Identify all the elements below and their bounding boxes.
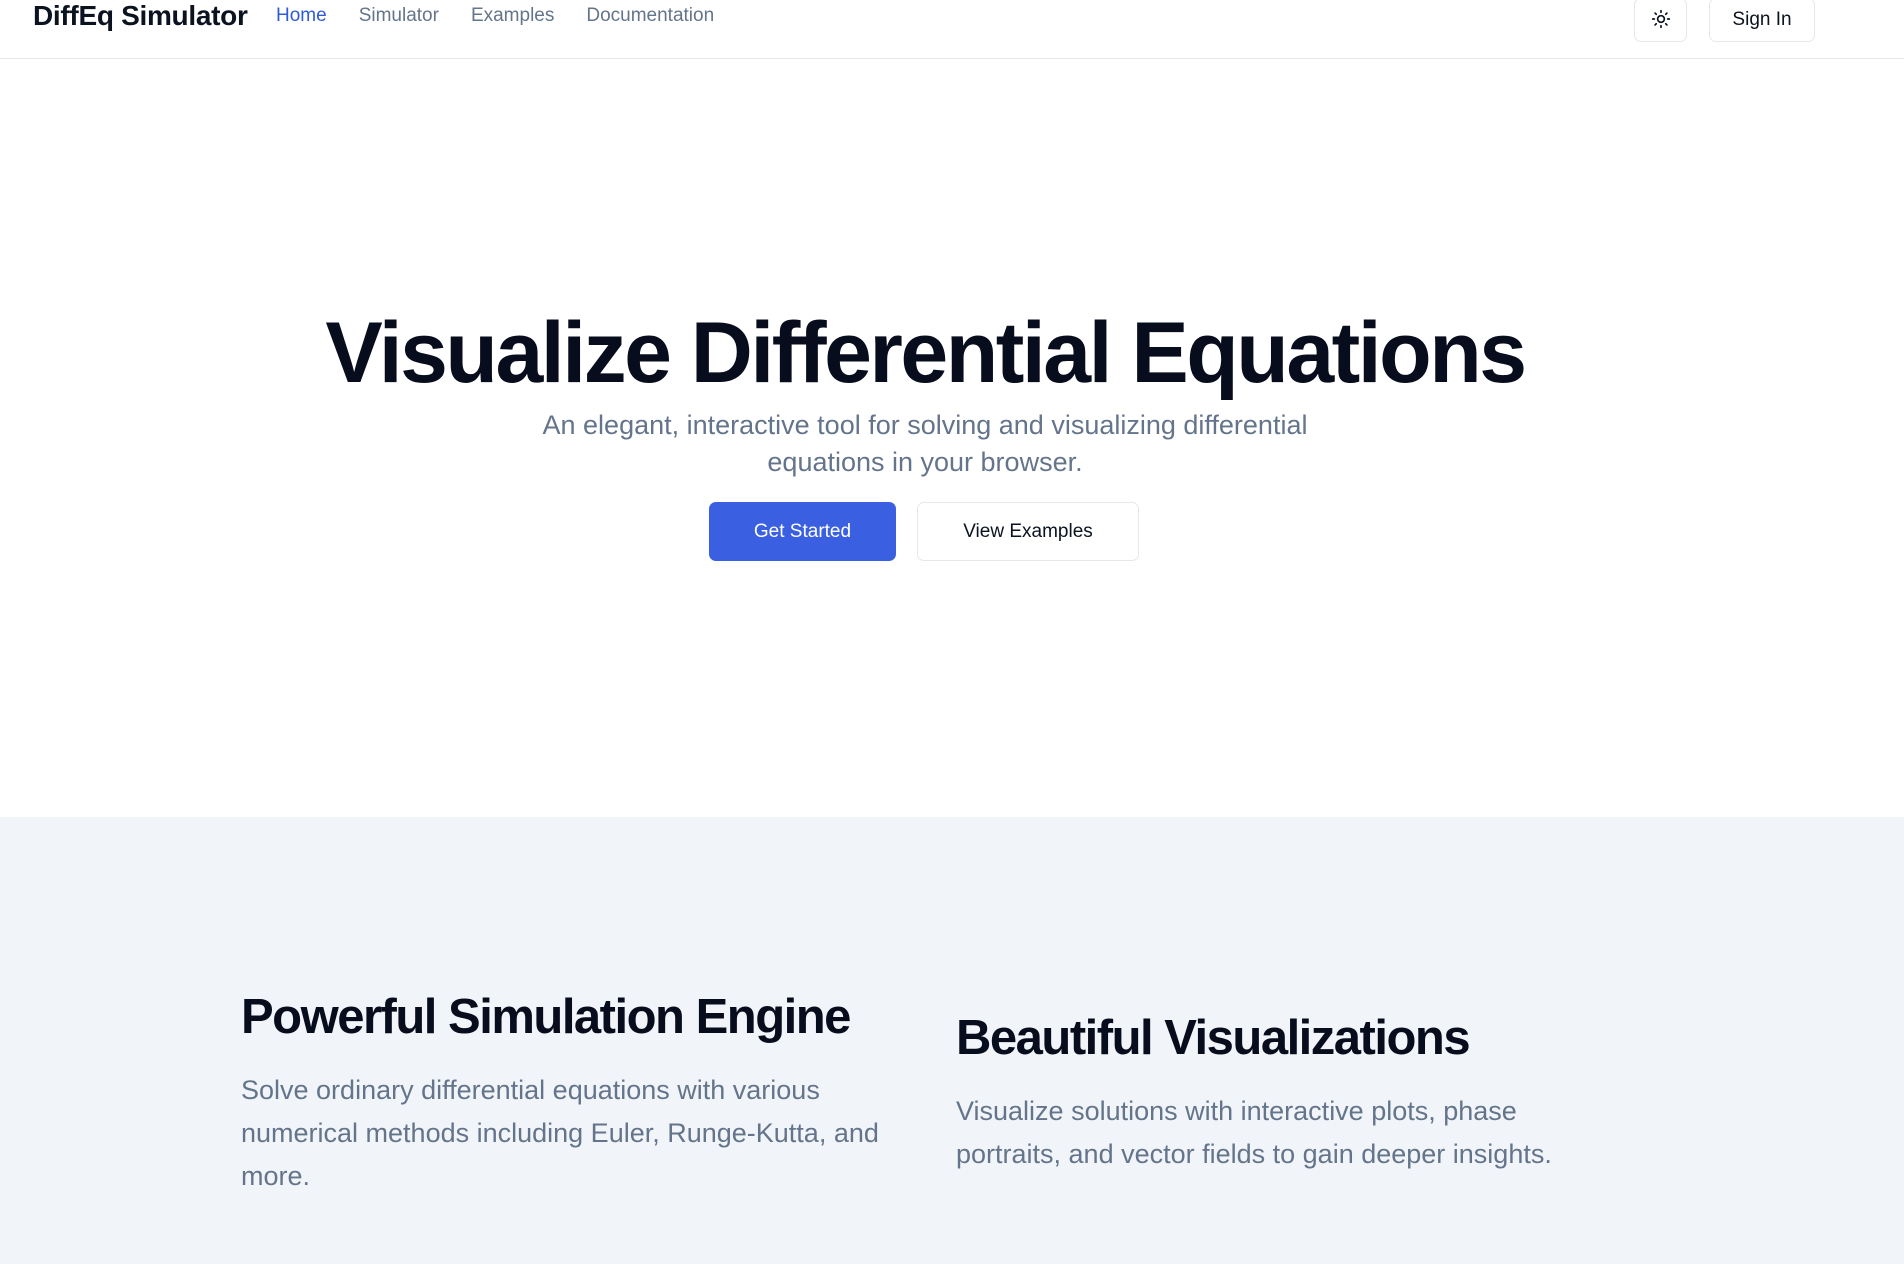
feature-description: Visualize solutions with interactive plo… — [956, 1096, 1552, 1169]
main-nav: Home Simulator Examples Documentation — [276, 0, 714, 32]
hero-subtitle: An elegant, interactive tool for solving… — [542, 410, 1308, 477]
hero-actions: Get Started View Examples — [709, 502, 1139, 561]
sun-icon — [1651, 9, 1671, 32]
hero-section: Visualize Differential Equations An eleg… — [0, 59, 1904, 817]
brand-logo[interactable]: DiffEq Simulator — [33, 0, 248, 32]
top-navbar: DiffEq Simulator Home Simulator Examples… — [0, 0, 1904, 59]
feature-card-simulation: Powerful Simulation Engine Solve ordinar… — [241, 989, 881, 1198]
feature-description: Solve ordinary differential equations wi… — [241, 1075, 879, 1191]
nav-link-documentation[interactable]: Documentation — [586, 5, 714, 27]
feature-title: Powerful Simulation Engine — [241, 990, 851, 1044]
feature-card-visualizations: Beautiful Visualizations Visualize solut… — [956, 1010, 1596, 1176]
hero-title: Visualize Differential Equations — [325, 305, 1527, 401]
sign-in-button[interactable]: Sign In — [1709, 0, 1815, 42]
theme-toggle-button[interactable] — [1634, 0, 1687, 42]
nav-link-home[interactable]: Home — [276, 5, 327, 27]
get-started-button[interactable]: Get Started — [709, 502, 896, 561]
nav-link-simulator[interactable]: Simulator — [359, 5, 439, 27]
nav-link-examples[interactable]: Examples — [471, 5, 554, 27]
feature-title: Beautiful Visualizations — [956, 1011, 1471, 1065]
view-examples-button[interactable]: View Examples — [917, 502, 1139, 561]
features-section: Powerful Simulation Engine Solve ordinar… — [0, 817, 1904, 1264]
